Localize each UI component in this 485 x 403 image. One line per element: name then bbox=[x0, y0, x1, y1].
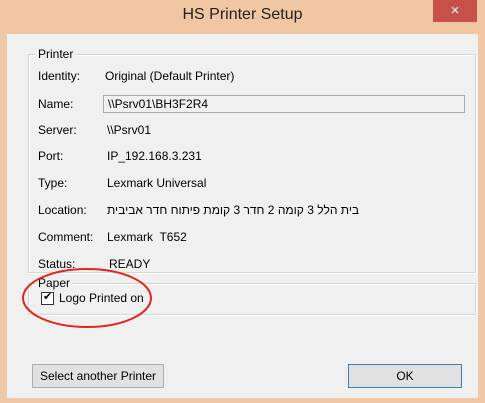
location-label: Location: bbox=[38, 203, 87, 217]
identity-label: Identity: bbox=[38, 69, 81, 83]
name-label: Name: bbox=[38, 97, 74, 111]
highlight-circle-annotation bbox=[22, 268, 152, 328]
name-field[interactable]: \\Psrv01\BH3F2R4 bbox=[103, 95, 465, 113]
server-value: \\Psrv01 bbox=[107, 123, 152, 137]
type-label: Type: bbox=[38, 176, 68, 190]
ok-button[interactable]: OK bbox=[348, 364, 462, 388]
port-label: Port: bbox=[38, 149, 64, 163]
printer-group: Printer Identity: Original (Default Prin… bbox=[28, 47, 476, 273]
dialog-client-area: Printer Identity: Original (Default Prin… bbox=[7, 34, 478, 398]
comment-value: Lexmark T652 bbox=[107, 230, 187, 244]
location-value: בית הלל 3 קומה 2 חדר 3 קומת פיתוח חדר אב… bbox=[107, 203, 360, 217]
server-label: Server: bbox=[38, 123, 77, 137]
identity-value: Original (Default Printer) bbox=[105, 69, 235, 83]
select-another-printer-button[interactable]: Select another Printer bbox=[32, 364, 164, 388]
close-button[interactable]: × bbox=[433, 0, 477, 22]
port-value: IP_192.168.3.231 bbox=[107, 149, 202, 163]
printer-group-legend: Printer bbox=[36, 47, 76, 61]
title-bar[interactable]: HS Printer Setup × bbox=[0, 0, 485, 34]
printer-setup-window: HS Printer Setup × Printer Identity: Ori… bbox=[0, 0, 485, 403]
name-value: \\Psrv01\BH3F2R4 bbox=[108, 97, 209, 111]
window-title: HS Printer Setup bbox=[182, 6, 303, 23]
type-value: Lexmark Universal bbox=[107, 176, 207, 190]
comment-label: Comment: bbox=[38, 230, 94, 244]
